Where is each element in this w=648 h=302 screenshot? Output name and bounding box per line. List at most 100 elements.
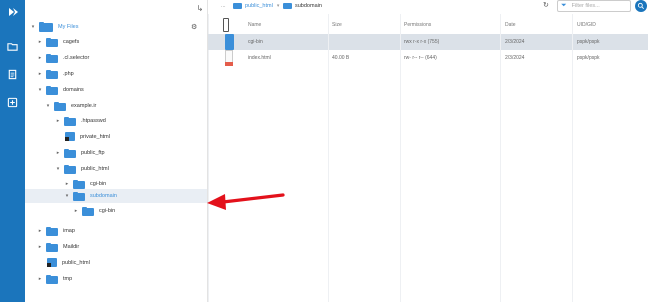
- select-all-checkbox[interactable]: [223, 18, 229, 32]
- file-list-panel: ... public_html ▾ › subdomain ↻ ⏷ Filter…: [208, 0, 648, 302]
- chevron-right-icon[interactable]: ▸: [64, 180, 70, 188]
- tree-item-label: cagefs: [63, 39, 80, 45]
- file-size: 40.00 B: [332, 55, 350, 61]
- folder-icon: [54, 101, 66, 111]
- chevron-right-icon[interactable]: ▸: [55, 149, 61, 157]
- file-permissions: rwx r-x r-x (755): [404, 39, 440, 45]
- file-date: 2/3/2024: [505, 55, 525, 61]
- chevron-right-icon[interactable]: ▸: [37, 38, 43, 46]
- folder-tree: ↳ ▾ My Files ⚙ ▸ cagefs ▸ .cl.selector ▸…: [25, 0, 208, 302]
- filter-input[interactable]: ⏷ Filter files...: [557, 0, 631, 12]
- chevron-right-icon[interactable]: ▸: [37, 275, 43, 283]
- tree-item[interactable]: public_html: [25, 256, 207, 270]
- tree-item[interactable]: ▸ .htpasswd: [25, 114, 207, 128]
- folder-icon: [64, 116, 76, 126]
- tree-item-label: cgi-bin: [99, 208, 116, 214]
- column-divider: [328, 14, 329, 302]
- breadcrumb-label: public_html: [245, 3, 273, 9]
- annotation-arrow-icon: [207, 193, 285, 210]
- tree-root[interactable]: ▾ My Files ⚙: [25, 20, 207, 34]
- tree-item[interactable]: ▾ domains: [25, 83, 207, 97]
- chevron-down-icon[interactable]: ▾: [64, 192, 70, 200]
- file-uid: pspk/pspk: [577, 55, 600, 61]
- search-button[interactable]: [635, 0, 647, 12]
- chevron-right-icon[interactable]: ▸: [73, 207, 79, 215]
- chevron-right-icon[interactable]: ▸: [37, 54, 43, 62]
- breadcrumb-label: subdomain: [295, 3, 322, 9]
- tree-item[interactable]: private_html: [25, 130, 207, 144]
- gear-icon[interactable]: ⚙: [191, 23, 197, 31]
- filter-placeholder: Filter files...: [571, 3, 600, 9]
- tree-item-label: cgi-bin: [90, 181, 107, 187]
- column-size[interactable]: Size: [332, 18, 342, 32]
- tree-item-label: example.ir: [71, 103, 97, 109]
- file-date: 2/3/2024: [505, 39, 525, 45]
- chevron-down-icon[interactable]: ▾: [45, 102, 51, 110]
- tree-item[interactable]: ▸ public_ftp: [25, 146, 207, 160]
- chevron-right-icon[interactable]: ▸: [37, 70, 43, 78]
- document-icon[interactable]: [6, 68, 19, 81]
- tree-item-label: .cl.selector: [63, 55, 90, 61]
- file-name: cgi-bin: [248, 39, 263, 45]
- folder-icon: [46, 37, 58, 47]
- folder-icon: [46, 226, 58, 236]
- folder-icon: [225, 34, 234, 50]
- folder-icon[interactable]: [6, 40, 19, 53]
- tree-item-selected[interactable]: ▾ subdomain: [25, 189, 207, 203]
- tree-item[interactable]: ▸ .php: [25, 67, 207, 81]
- folder-icon: [233, 3, 242, 9]
- chevron-right-icon[interactable]: ▸: [37, 243, 43, 251]
- chevron-down-icon[interactable]: ▾: [30, 23, 36, 31]
- chevron-right-icon[interactable]: ▸: [55, 117, 61, 125]
- table-row[interactable]: cgi-bin rwx r-x r-x (755) 2/3/2024 pspk/…: [208, 34, 648, 50]
- file-name: index.html: [248, 55, 271, 61]
- folder-icon: [46, 85, 58, 95]
- refresh-icon[interactable]: ↻: [543, 1, 549, 9]
- file-uid: pspk/pspk: [577, 39, 600, 45]
- tree-item[interactable]: ▾ public_html: [25, 162, 207, 176]
- column-date[interactable]: Date: [505, 18, 516, 32]
- folder-icon: [64, 148, 76, 158]
- tree-item-label: tmp: [63, 276, 73, 282]
- tree-root-label: My Files: [58, 24, 79, 30]
- folder-icon: [46, 69, 58, 79]
- filter-icon: ⏷: [561, 2, 567, 9]
- toolbar: ... public_html ▾ › subdomain ↻ ⏷ Filter…: [208, 0, 648, 14]
- breadcrumb-item-current[interactable]: subdomain: [283, 3, 322, 9]
- chevron-down-icon[interactable]: ▾: [55, 165, 61, 173]
- column-divider: [400, 14, 401, 302]
- html-file-icon: [225, 50, 233, 66]
- tree-item[interactable]: ▸ imap: [25, 224, 207, 238]
- folder-icon: [82, 206, 94, 216]
- chevron-right-icon[interactable]: ▸: [37, 227, 43, 235]
- tree-item-label: .htpasswd: [81, 118, 106, 124]
- corner-arrow-icon[interactable]: ↳: [195, 4, 205, 14]
- tree-item-label: public_html: [62, 260, 90, 266]
- folder-icon: [46, 242, 58, 252]
- tree-item-label: imap: [63, 228, 75, 234]
- app-rail: [0, 0, 25, 302]
- tree-item-label: public_html: [81, 166, 109, 172]
- breadcrumb-more[interactable]: ...: [221, 3, 226, 9]
- table-row[interactable]: index.html 40.00 B rw- r-- r-- (644) 2/3…: [208, 50, 648, 66]
- tree-item[interactable]: ▸ .cl.selector: [25, 51, 207, 65]
- column-name[interactable]: Name: [248, 18, 261, 32]
- tree-item[interactable]: ▾ example.ir: [25, 99, 207, 113]
- tree-item[interactable]: ▸ cagefs: [25, 35, 207, 49]
- tree-item-label: private_html: [80, 134, 110, 140]
- folder-icon: [73, 179, 85, 189]
- column-uid[interactable]: UID/GID: [577, 18, 596, 32]
- cpanel-logo-icon[interactable]: [6, 6, 19, 19]
- folder-icon: [39, 21, 53, 33]
- breadcrumb-item[interactable]: public_html ▾ ›: [233, 3, 285, 9]
- tree-item-label: .php: [63, 71, 74, 77]
- chevron-down-icon: ▾: [276, 3, 280, 9]
- tree-item[interactable]: ▸ tmp: [25, 272, 207, 286]
- add-icon[interactable]: [6, 96, 19, 109]
- column-permissions[interactable]: Permissions: [404, 18, 431, 32]
- tree-item[interactable]: ▸ cgi-bin: [25, 204, 207, 218]
- column-divider: [500, 14, 501, 302]
- tree-item[interactable]: ▸ Maildir: [25, 240, 207, 254]
- chevron-down-icon[interactable]: ▾: [37, 86, 43, 94]
- folder-icon: [46, 274, 58, 284]
